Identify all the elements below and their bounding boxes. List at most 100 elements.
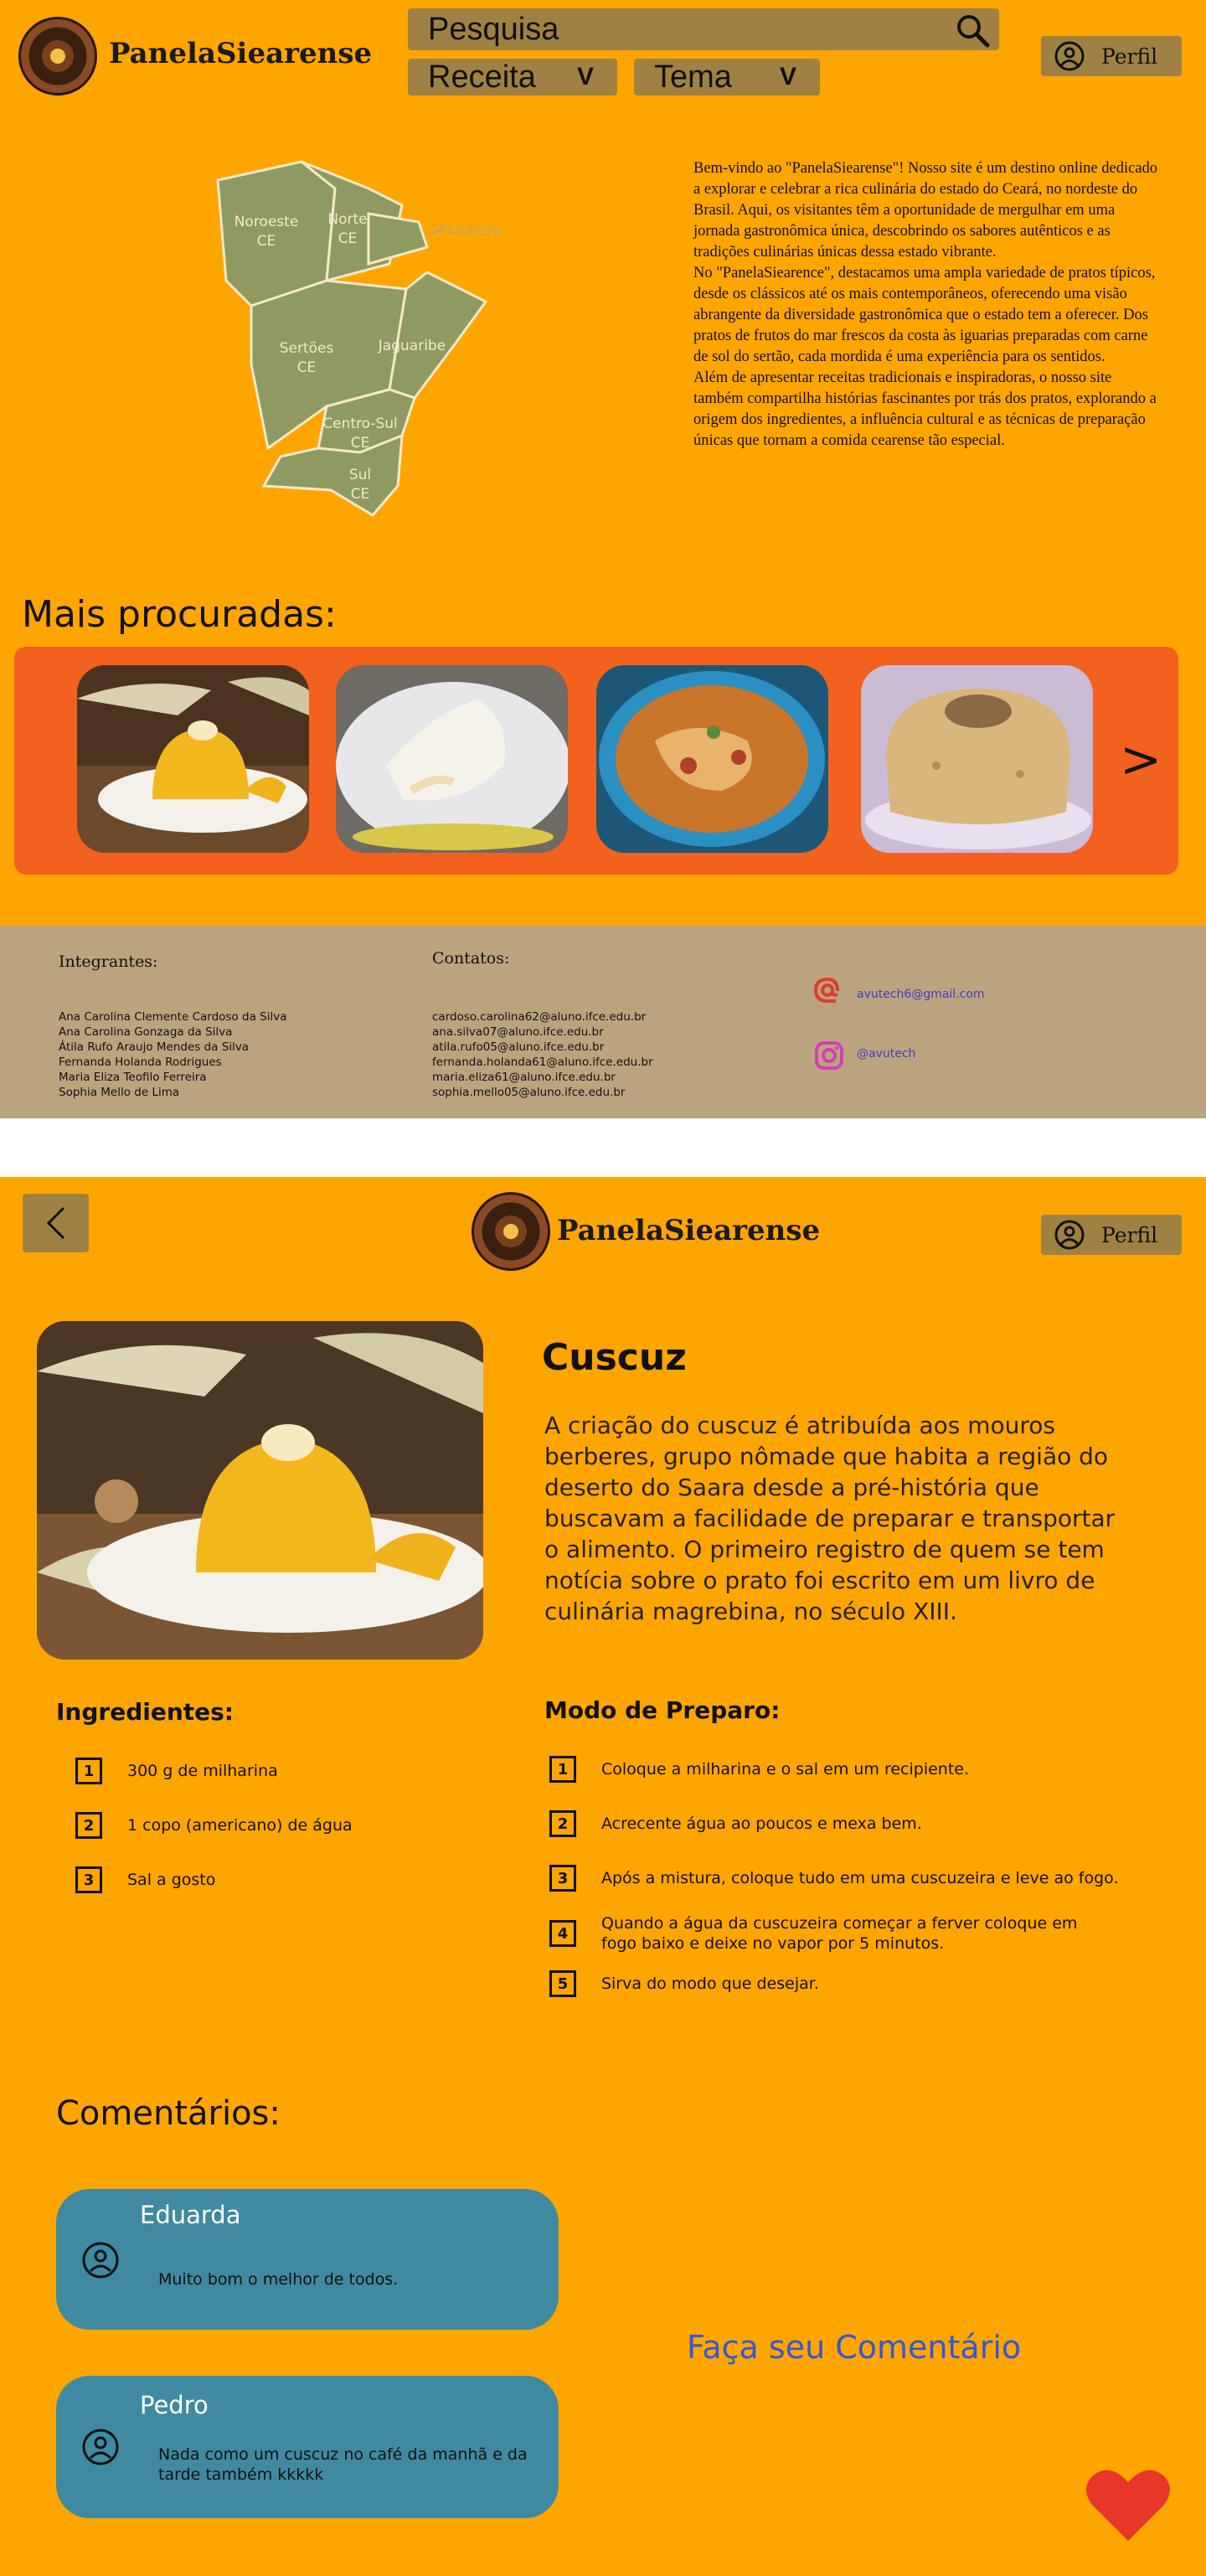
- carousel-item-tapioca[interactable]: [336, 665, 568, 853]
- chevron-down-icon: V: [779, 63, 796, 90]
- site-logo-text[interactable]: PanelaSiearense: [557, 1214, 820, 1247]
- contacts-list: cardoso.carolina62@aluno.ifce.edu.br ana…: [432, 1009, 653, 1100]
- recipe-photo: [37, 1321, 483, 1660]
- intro-paragraph: Bem-vindo ao "PanelaSiearense"! Nosso si…: [693, 160, 1158, 261]
- map-label: Fortaleza: [440, 222, 502, 238]
- user-icon: [1054, 41, 1085, 71]
- heart-icon[interactable]: [1085, 2467, 1172, 2544]
- members-title: Integrantes:: [59, 952, 158, 971]
- instagram-link[interactable]: @avutech: [857, 1047, 915, 1061]
- member-name: Átila Rufo Araujo Mendes da Silva: [59, 1040, 250, 1054]
- chevron-left-icon: [46, 1206, 64, 1240]
- theme-dropdown-label: Tema: [654, 59, 732, 95]
- add-comment-link[interactable]: Faça seu Comentário: [687, 2329, 1021, 2366]
- email-icon: [813, 977, 839, 1003]
- step-item: 4 Quando a água da cuscuzeira começar a …: [549, 1913, 1152, 1954]
- comment-card: Eduarda Muito bom o melhor de todos.: [56, 2189, 559, 2330]
- ingredient-number: 1: [75, 1758, 102, 1784]
- theme-dropdown[interactable]: Tema V: [634, 59, 820, 96]
- map-label: CE: [297, 359, 317, 376]
- ingredient-text: 300 g de milharina: [127, 1762, 278, 1780]
- carousel-item-cuscuz[interactable]: [77, 665, 309, 853]
- step-number: 4: [549, 1920, 576, 1947]
- map-region-fortaleza[interactable]: [367, 212, 429, 266]
- contact-email-link[interactable]: avutech6@gmail.com: [857, 988, 985, 1001]
- map-label: CE: [338, 230, 358, 247]
- step-text: Quando a água da cuscuzeira começar a fe…: [601, 1914, 1078, 1953]
- popular-carousel: >: [14, 647, 1178, 875]
- steps-title: Modo de Preparo:: [544, 1696, 781, 1724]
- contact-email[interactable]: ana.silva07@aluno.ifce.edu.br: [432, 1025, 653, 1040]
- member-name: Ana Carolina Gonzaga da Silva: [59, 1025, 233, 1039]
- map-label: Jaguaribe: [378, 338, 446, 354]
- member-name: Fernanda Holanda Rodrigues: [59, 1056, 222, 1069]
- user-icon: [1054, 1220, 1085, 1250]
- popular-title: Mais procuradas:: [22, 593, 337, 636]
- map-label: Norte: [327, 211, 367, 228]
- ingredient-item: 1 300 g de milharina: [75, 1757, 461, 1785]
- map-label: Sul: [349, 467, 371, 483]
- step-text: Sirva do modo que desejar.: [601, 1975, 819, 1993]
- recipe-dropdown-label: Receita: [428, 59, 536, 95]
- logo-icon[interactable]: [18, 17, 97, 96]
- contact-email[interactable]: sophia.mello05@aluno.ifce.edu.br: [432, 1085, 653, 1100]
- member-name: Ana Carolina Clemente Cardoso da Silva: [59, 1010, 287, 1024]
- map-label: Centro-Sul: [322, 416, 398, 432]
- user-icon: [82, 2242, 119, 2279]
- step-item: 2 Acrecente água ao poucos e mexa bem.: [549, 1809, 1152, 1838]
- step-number: 3: [549, 1865, 576, 1892]
- member-name: Maria Eliza Teofilo Ferreira: [59, 1071, 207, 1084]
- member-name: Sophia Mello de Lima: [59, 1086, 180, 1099]
- step-item: 1 Coloque a milharina e o sal em um reci…: [549, 1755, 1152, 1784]
- chevron-down-icon: V: [576, 63, 594, 90]
- carousel-item-stew[interactable]: [596, 665, 828, 853]
- ingredient-item: 2 1 copo (americano) de água: [75, 1811, 461, 1840]
- step-item: 5 Sirva do modo que desejar.: [549, 1969, 1152, 1998]
- profile-button[interactable]: Perfil: [1041, 36, 1182, 76]
- comment-text: Muito bom o melhor de todos.: [158, 2270, 399, 2289]
- comment-card: Pedro Nada como um cuscuz no café da man…: [56, 2376, 559, 2518]
- carousel-next-button[interactable]: >: [1120, 730, 1162, 789]
- step-number: 5: [549, 1970, 576, 1997]
- instagram-icon: [815, 1041, 843, 1070]
- search-placeholder: Pesquisa: [428, 12, 559, 47]
- contacts-title: Contatos:: [432, 949, 510, 968]
- step-number: 2: [549, 1810, 576, 1837]
- intro-paragraph: Além de apresentar receitas tradicionais…: [693, 369, 1157, 449]
- ingredient-text: 1 copo (americano) de água: [127, 1816, 353, 1835]
- intro-paragraph: No "PanelaSiearence", destacamos uma amp…: [693, 265, 1156, 365]
- back-button[interactable]: [23, 1194, 89, 1252]
- search-icon[interactable]: [954, 12, 991, 53]
- map-label: Sertões: [280, 340, 334, 357]
- ingredient-number: 2: [75, 1812, 102, 1839]
- home-page: PanelaSiearense Pesquisa Receita V Tema …: [0, 0, 1206, 926]
- contact-email[interactable]: atila.rufo05@aluno.ifce.edu.br: [432, 1040, 653, 1055]
- site-logo-text[interactable]: PanelaSiearense: [109, 37, 372, 70]
- profile-label: Perfil: [1101, 1222, 1158, 1247]
- comment-author: Eduarda: [140, 2201, 241, 2229]
- recipe-dropdown[interactable]: Receita V: [408, 59, 617, 96]
- profile-button[interactable]: Perfil: [1041, 1215, 1182, 1255]
- ingredients-title: Ingredientes:: [56, 1698, 234, 1726]
- ingredient-item: 3 Sal a gosto: [75, 1866, 461, 1894]
- logo-icon[interactable]: [472, 1192, 550, 1271]
- contact-email[interactable]: cardoso.carolina62@aluno.ifce.edu.br: [432, 1009, 653, 1025]
- comment-author: Pedro: [140, 2391, 209, 2419]
- contact-email[interactable]: maria.eliza61@aluno.ifce.edu.br: [432, 1070, 653, 1085]
- ceara-map: Noroeste CE Norte CE Sertões CE Jaguarib…: [216, 160, 502, 517]
- comment-text: Nada como um cuscuz no café da manhã e d…: [158, 2445, 528, 2484]
- contact-email[interactable]: fernanda.holanda61@aluno.ifce.edu.br: [432, 1055, 653, 1070]
- comments-title: Comentários:: [56, 2094, 281, 2133]
- step-text: Após a mistura, coloque tudo em uma cusc…: [601, 1869, 1119, 1887]
- recipe-description: A criação do cuscuz é atribuída aos mour…: [544, 1412, 1116, 1625]
- members-list: Ana Carolina Clemente Cardoso da Silva A…: [59, 1009, 286, 1100]
- site-footer: Integrantes: Ana Carolina Clemente Cardo…: [0, 926, 1206, 1118]
- search-input[interactable]: Pesquisa: [408, 8, 999, 50]
- step-number: 1: [549, 1756, 576, 1783]
- carousel-item-cake[interactable]: [861, 665, 1093, 853]
- map-label: CE: [257, 233, 276, 250]
- step-item: 3 Após a mistura, coloque tudo em uma cu…: [549, 1864, 1152, 1892]
- user-icon: [82, 2429, 119, 2465]
- steps-list: 1 Coloque a milharina e o sal em um reci…: [549, 1755, 1152, 1998]
- step-text: Coloque a milharina e o sal em um recipi…: [601, 1760, 970, 1778]
